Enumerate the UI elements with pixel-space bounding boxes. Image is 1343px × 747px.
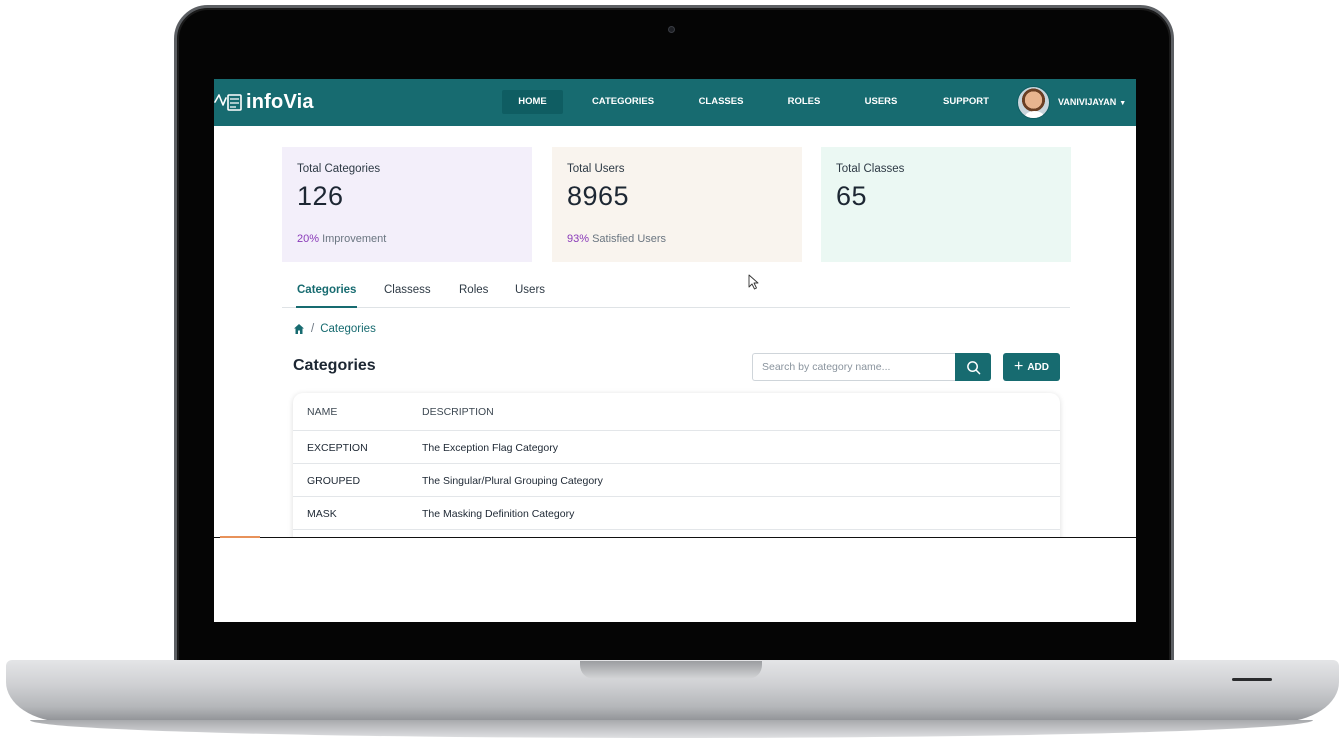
nav-classes[interactable]: CLASSES <box>694 90 748 114</box>
stat-subtext: 93% Satisfied Users <box>567 233 666 245</box>
cell-description: The Singular/Plural Grouping Category <box>422 475 603 487</box>
screen-blank-area <box>214 537 1136 622</box>
logo-icon <box>214 94 242 111</box>
breadcrumb: / Categories <box>293 323 376 335</box>
stat-subtext-label: Improvement <box>319 233 387 245</box>
cell-name: MASK <box>307 508 337 520</box>
stat-label: Total Classes <box>836 163 905 175</box>
laptop-base-edge <box>30 720 1313 738</box>
tab-users[interactable]: Users <box>515 284 545 308</box>
laptop-side-slot <box>1232 678 1272 681</box>
breadcrumb-current[interactable]: Categories <box>320 323 376 335</box>
add-button-label: ADD <box>1027 361 1049 373</box>
breadcrumb-separator: / <box>311 323 315 335</box>
table-header: NAME DESCRIPTION <box>293 393 1060 431</box>
user-menu[interactable]: VANIVIJAYAN ▼ <box>1058 90 1126 114</box>
app-screen: infoVia HOME CATEGORIES CLASSES ROLES US… <box>214 79 1136 622</box>
nav-support[interactable]: SUPPORT <box>938 90 994 114</box>
caret-down-icon: ▼ <box>1119 100 1127 107</box>
stat-card-classes: Total Classes 65 <box>821 147 1071 262</box>
stat-label: Total Categories <box>297 163 381 175</box>
search-icon <box>966 360 980 374</box>
plus-icon: + <box>1013 358 1024 375</box>
table-row[interactable]: GROUPED The Singular/Plural Grouping Cat… <box>293 464 1060 497</box>
user-avatar[interactable] <box>1017 86 1050 119</box>
table-row[interactable]: EXCEPTION The Exception Flag Category <box>293 431 1060 464</box>
webcam <box>668 26 675 33</box>
add-button[interactable]: + ADD <box>1003 353 1060 381</box>
cell-description: The Exception Flag Category <box>422 442 558 454</box>
stat-percent: 93% <box>567 233 590 245</box>
stat-subtext-label: Satisfied Users <box>589 233 667 245</box>
home-icon[interactable] <box>293 323 305 335</box>
tab-classess[interactable]: Classess <box>384 284 431 308</box>
nav-home[interactable]: HOME <box>502 90 563 114</box>
tab-categories[interactable]: Categories <box>296 284 358 308</box>
stat-value: 8965 <box>567 181 630 211</box>
stat-value: 65 <box>836 181 868 211</box>
stat-card-users: Total Users 8965 93% Satisfied Users <box>552 147 802 262</box>
stat-card-categories: Total Categories 126 20% Improvement <box>282 147 532 262</box>
table-row[interactable]: MASK The Masking Definition Category <box>293 497 1060 530</box>
logo-text: infoVia <box>246 90 314 113</box>
search-button[interactable] <box>955 353 991 381</box>
screen-accent-line <box>220 536 260 538</box>
cell-name: GROUPED <box>307 475 361 487</box>
stat-label: Total Users <box>567 163 625 175</box>
tab-roles[interactable]: Roles <box>459 284 488 308</box>
nav-categories[interactable]: CATEGORIES <box>587 90 659 114</box>
stat-subtext: 20% Improvement <box>297 233 386 245</box>
top-navbar: infoVia HOME CATEGORIES CLASSES ROLES US… <box>214 79 1136 126</box>
tab-bar: Categories Classess Roles Users <box>282 284 1070 308</box>
user-name: VANIVIJAYAN <box>1058 97 1117 107</box>
cell-name: EXCEPTION <box>307 442 368 454</box>
search-input[interactable] <box>752 353 956 381</box>
column-header-name[interactable]: NAME <box>307 406 337 418</box>
nav-users[interactable]: USERS <box>859 90 903 114</box>
page-title: Categories <box>293 357 376 374</box>
mouse-cursor-icon <box>748 274 759 290</box>
column-header-description[interactable]: DESCRIPTION <box>422 406 494 418</box>
nav-roles[interactable]: ROLES <box>782 90 826 114</box>
stat-value: 126 <box>297 181 344 211</box>
logo[interactable]: infoVia <box>214 89 314 115</box>
laptop-lid-notch <box>580 661 762 679</box>
cell-description: The Masking Definition Category <box>422 508 575 520</box>
stat-percent: 20% <box>297 233 320 245</box>
